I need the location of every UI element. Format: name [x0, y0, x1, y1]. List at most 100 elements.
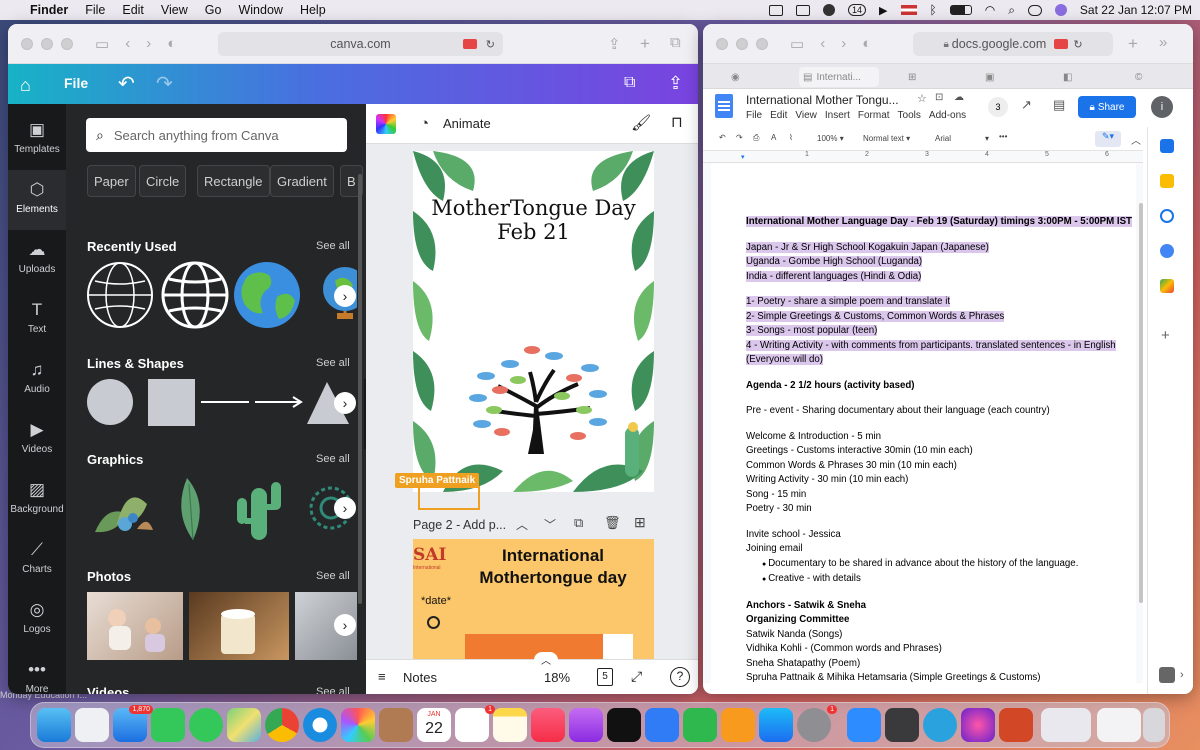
doc-line[interactable]: Welcome & Introduction - 5 min: [746, 430, 1136, 445]
menu-help[interactable]: Help: [300, 3, 326, 17]
control-center-icon[interactable]: [1027, 4, 1042, 16]
close-button[interactable]: [716, 37, 728, 50]
bluetooth-icon[interactable]: ᛒ: [930, 3, 937, 17]
page1-title[interactable]: MotherTongue Day Feb 21: [413, 196, 654, 244]
notes-button[interactable]: Notes: [403, 670, 437, 685]
docs-menu-insert[interactable]: Insert: [825, 110, 850, 121]
elements-search-input[interactable]: ⌕ Search anything from Canva: [86, 118, 347, 152]
doc-line[interactable]: (Everyone will do): [746, 353, 1136, 368]
telegram-icon[interactable]: [923, 708, 957, 742]
doc-page[interactable]: International Mother Language Day - Feb …: [711, 163, 1136, 683]
back-icon[interactable]: ‹: [125, 35, 130, 52]
add-addon-icon[interactable]: +: [1161, 327, 1170, 344]
rail-videos[interactable]: ▶ Videos: [8, 420, 66, 455]
forward-icon[interactable]: ›: [841, 35, 846, 52]
recently-used-next-button[interactable]: ›: [334, 285, 356, 307]
expand-pages-icon[interactable]: ︿: [534, 652, 558, 667]
animate-icon[interactable]: ◔: [420, 115, 429, 132]
tab-1[interactable]: ◉: [731, 67, 740, 87]
creative-cloud-icon[interactable]: [823, 4, 836, 16]
doc-line[interactable]: India - different languages (Hindi & Odi…: [746, 270, 1136, 285]
paint-format-icon[interactable]: ⌇: [789, 133, 793, 142]
design-page-1[interactable]: MotherTongue Day Feb 21: [413, 151, 654, 492]
language-tree-illustration[interactable]: [458, 336, 618, 456]
facetime-icon[interactable]: [151, 708, 185, 742]
photo-kids-thumbnail[interactable]: [87, 592, 183, 660]
menubar-clock[interactable]: Sat 22 Jan 12:07 PM: [1080, 3, 1192, 17]
duplicate-page-icon[interactable]: ⧉: [574, 515, 583, 531]
lines-shapes-see-all[interactable]: See all: [316, 357, 350, 369]
rail-uploads[interactable]: ☁ Uploads: [8, 240, 66, 275]
circle-shape[interactable]: [87, 379, 133, 425]
numbers-icon[interactable]: [683, 708, 717, 742]
maps-icon[interactable]: [227, 708, 261, 742]
recent-window-thumbnail[interactable]: [1041, 708, 1091, 742]
reminders-icon[interactable]: 1: [455, 705, 495, 742]
canva-file-menu[interactable]: File: [64, 75, 88, 91]
rail-templates[interactable]: ▣ Templates: [8, 120, 66, 155]
safari-icon[interactable]: [303, 708, 337, 742]
doc-line[interactable]: Song - 15 min: [746, 488, 1136, 503]
menu-go[interactable]: Go: [205, 3, 222, 17]
docs-menu-edit[interactable]: Edit: [770, 110, 787, 121]
docs-logo-icon[interactable]: [715, 94, 733, 118]
tab-6[interactable]: ©: [1135, 67, 1142, 87]
format-painter-icon[interactable]: 🖌︎: [631, 113, 651, 133]
reload-icon[interactable]: ↻: [486, 38, 495, 51]
sidebar-toggle-icon[interactable]: ▭: [95, 35, 109, 53]
recent-document-thumbnail[interactable]: [1097, 708, 1141, 742]
calendar-icon[interactable]: JAN 22: [417, 708, 451, 742]
canva-address-bar[interactable]: canva.com ↻: [218, 32, 503, 56]
page2-date[interactable]: *date*: [421, 595, 451, 607]
tab-docs[interactable]: ▤ Internati...: [799, 67, 879, 87]
page-count[interactable]: 5: [597, 668, 613, 686]
mail-icon[interactable]: 1,870: [113, 705, 153, 742]
videos-see-all[interactable]: See all: [316, 686, 350, 694]
photos-icon[interactable]: [341, 708, 375, 742]
rail-logos[interactable]: ◎ Logos: [8, 600, 66, 635]
doc-line[interactable]: Japan - Jr & Sr High School Kogakuin Jap…: [746, 241, 1136, 256]
keynote-icon[interactable]: [645, 708, 679, 742]
green-leaf-graphic[interactable]: [181, 478, 200, 541]
menu-app-name[interactable]: Finder: [30, 3, 68, 17]
rail-text[interactable]: T Text: [8, 300, 66, 335]
preview-icon[interactable]: [885, 708, 919, 742]
doc-line[interactable]: Anchors - Satwik & Sneha: [746, 599, 1136, 614]
help-button[interactable]: ?: [670, 667, 690, 687]
zoom-icon[interactable]: [847, 708, 881, 742]
doc-line[interactable]: Organizing Committee: [746, 613, 1136, 628]
tab-3[interactable]: ⊞: [908, 67, 916, 87]
style-select[interactable]: Normal text ▾: [863, 134, 910, 143]
rail-elements[interactable]: ⬡ Elements: [8, 170, 66, 230]
page2-label[interactable]: Page 2 - Add p...: [413, 518, 506, 532]
doc-line[interactable]: Pre - event - Sharing documentary about …: [746, 404, 1136, 419]
docs-menu-addons[interactable]: Add-ons: [929, 110, 966, 121]
back-icon[interactable]: ‹: [820, 35, 825, 52]
duplicate-icon[interactable]: ⧉: [624, 74, 635, 92]
more-tabs-icon[interactable]: »: [1159, 34, 1167, 51]
indent-marker-icon[interactable]: ▾: [741, 153, 745, 161]
wireframe-globe-icon[interactable]: [87, 262, 153, 328]
collapse-toolbar-icon[interactable]: ︿: [1131, 132, 1141, 147]
finder-icon[interactable]: [37, 708, 71, 742]
comments-icon[interactable]: ▤: [1053, 97, 1065, 113]
calendar-icon[interactable]: [1160, 139, 1174, 153]
tab-4[interactable]: ▣: [985, 67, 994, 87]
square-shape[interactable]: [148, 379, 195, 426]
forward-icon[interactable]: ›: [146, 35, 151, 52]
photos-see-all[interactable]: See all: [316, 570, 350, 582]
side-panel-toggle-icon[interactable]: ›: [1180, 669, 1184, 681]
doc-line[interactable]: Uganda - Gombe High School (Luganda): [746, 255, 1136, 270]
photo-app-icon[interactable]: [961, 708, 995, 742]
doc-line[interactable]: Greetings - Customs interactive 30min (1…: [746, 444, 1136, 459]
battery-icon[interactable]: [949, 5, 972, 15]
photo-drink-thumbnail[interactable]: [189, 592, 289, 660]
star-icon[interactable]: ☆: [917, 92, 927, 105]
spellcheck-icon[interactable]: A: [771, 133, 776, 142]
system-preferences-icon[interactable]: 1: [797, 705, 837, 742]
sidebar-toggle-icon[interactable]: ▭: [790, 35, 804, 53]
menu-file[interactable]: File: [85, 3, 105, 17]
doc-line[interactable]: Sneha Shatapathy (Poem): [746, 657, 1136, 672]
chip-paper[interactable]: Paper: [87, 165, 136, 197]
play-icon[interactable]: ▶: [879, 4, 887, 17]
